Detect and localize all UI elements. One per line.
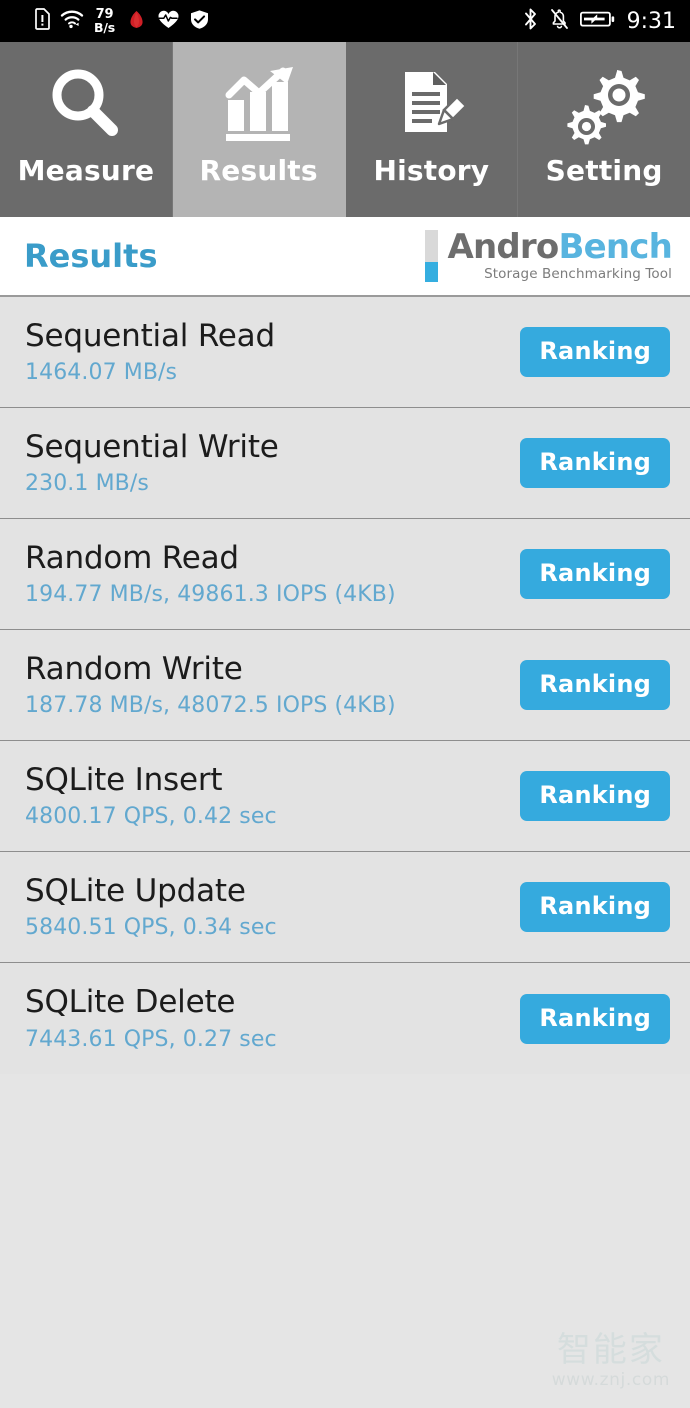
ranking-button[interactable]: Ranking — [520, 549, 670, 599]
table-row[interactable]: Random Read 194.77 MB/s, 49861.3 IOPS (4… — [0, 519, 690, 630]
wifi-icon — [60, 9, 84, 33]
tab-setting-label: Setting — [545, 154, 663, 187]
results-list: Sequential Read 1464.07 MB/s Ranking Seq… — [0, 297, 690, 1074]
result-value: 187.78 MB/s, 48072.5 IOPS (4KB) — [25, 693, 396, 719]
logo-wordmark: AndroBench — [447, 230, 672, 264]
tab-history[interactable]: History — [345, 42, 519, 217]
magnifier-icon — [42, 60, 130, 152]
watermark-url: www.znj.com — [551, 1370, 670, 1390]
status-bar: 79 B/s 9:31 — [0, 0, 690, 42]
result-name: Random Write — [25, 650, 243, 687]
table-row[interactable]: SQLite Delete 7443.61 QPS, 0.27 sec Rank… — [0, 963, 690, 1074]
watermark: 智能家 www.znj.com — [552, 1333, 670, 1390]
androbench-logo: AndroBench Storage Benchmarking Tool — [425, 230, 673, 283]
table-row[interactable]: Sequential Read 1464.07 MB/s Ranking — [0, 297, 690, 408]
page-title: Results — [24, 237, 158, 275]
result-name: Sequential Write — [25, 428, 279, 465]
ranking-button[interactable]: Ranking — [520, 882, 670, 932]
result-value: 5840.51 QPS, 0.34 sec — [25, 915, 277, 941]
app-root: 79 B/s 9:31 Measure Results History Sett… — [0, 0, 690, 1408]
result-texts: Sequential Read 1464.07 MB/s — [25, 317, 275, 386]
tab-results-label: Results — [199, 154, 318, 187]
logo-word-bench: Bench — [558, 227, 672, 268]
document-pencil-icon — [387, 60, 475, 152]
network-speed-indicator: 79 B/s — [94, 8, 115, 35]
sim-card-alert-icon — [34, 8, 51, 34]
watermark-logo-text: 智能家 — [556, 1330, 665, 1370]
ranking-button[interactable]: Ranking — [520, 660, 670, 710]
logo-bar-icon — [425, 230, 439, 283]
status-bar-left-icons: 79 B/s — [34, 8, 210, 35]
table-row[interactable]: SQLite Update 5840.51 QPS, 0.34 sec Rank… — [0, 852, 690, 963]
result-texts: SQLite Update 5840.51 QPS, 0.34 sec — [25, 872, 277, 941]
status-bar-clock: 9:31 — [626, 8, 676, 34]
network-speed-value: 79 — [95, 6, 114, 22]
tab-measure[interactable]: Measure — [0, 42, 173, 217]
result-value: 194.77 MB/s, 49861.3 IOPS (4KB) — [25, 582, 396, 608]
ranking-button[interactable]: Ranking — [520, 438, 670, 488]
bluetooth-icon — [522, 7, 539, 35]
gears-icon — [560, 60, 648, 152]
page-header: Results AndroBench Storage Benchmarking … — [0, 217, 690, 297]
battery-charging-icon — [579, 9, 616, 33]
network-speed-unit: B/s — [94, 19, 115, 35]
result-value: 230.1 MB/s — [25, 471, 149, 497]
shield-check-icon — [189, 9, 210, 34]
ranking-button[interactable]: Ranking — [520, 993, 670, 1044]
result-name: Sequential Read — [25, 317, 275, 354]
result-texts: SQLite Delete 7443.61 QPS, 0.27 sec — [25, 985, 277, 1052]
result-value: 4800.17 QPS, 0.42 sec — [25, 804, 277, 830]
heart-rate-icon — [157, 9, 180, 34]
result-name: SQLite Update — [25, 872, 246, 909]
status-bar-right-icons: 9:31 — [522, 7, 676, 35]
logo-subtitle: Storage Benchmarking Tool — [484, 266, 672, 283]
table-row[interactable]: Sequential Write 230.1 MB/s Ranking — [0, 408, 690, 519]
ranking-button[interactable]: Ranking — [520, 771, 670, 821]
main-tab-bar: Measure Results History Setting — [0, 42, 690, 217]
result-value: 1464.07 MB/s — [25, 360, 178, 386]
table-row[interactable]: SQLite Insert 4800.17 QPS, 0.42 sec Rank… — [0, 741, 690, 852]
result-value: 7443.61 QPS, 0.27 sec — [25, 1026, 277, 1052]
logo-text: AndroBench Storage Benchmarking Tool — [447, 230, 672, 282]
result-texts: SQLite Insert 4800.17 QPS, 0.42 sec — [25, 761, 277, 830]
table-row[interactable]: Random Write 187.78 MB/s, 48072.5 IOPS (… — [0, 630, 690, 741]
tab-results[interactable]: Results — [172, 42, 346, 217]
result-texts: Sequential Write 230.1 MB/s — [25, 428, 279, 497]
ranking-button[interactable]: Ranking — [520, 327, 670, 377]
result-texts: Random Write 187.78 MB/s, 48072.5 IOPS (… — [25, 650, 396, 719]
result-name: SQLite Delete — [25, 984, 236, 1021]
notifications-off-icon — [549, 7, 570, 35]
tab-setting[interactable]: Setting — [518, 42, 690, 217]
tab-measure-label: Measure — [17, 154, 155, 187]
tab-history-label: History — [373, 154, 490, 187]
result-name: SQLite Insert — [25, 761, 223, 798]
result-name: Random Read — [25, 539, 239, 576]
result-texts: Random Read 194.77 MB/s, 49861.3 IOPS (4… — [25, 539, 396, 608]
huawei-logo-icon — [125, 9, 148, 34]
bar-chart-up-icon — [215, 60, 303, 152]
logo-word-andro: Andro — [447, 227, 559, 268]
